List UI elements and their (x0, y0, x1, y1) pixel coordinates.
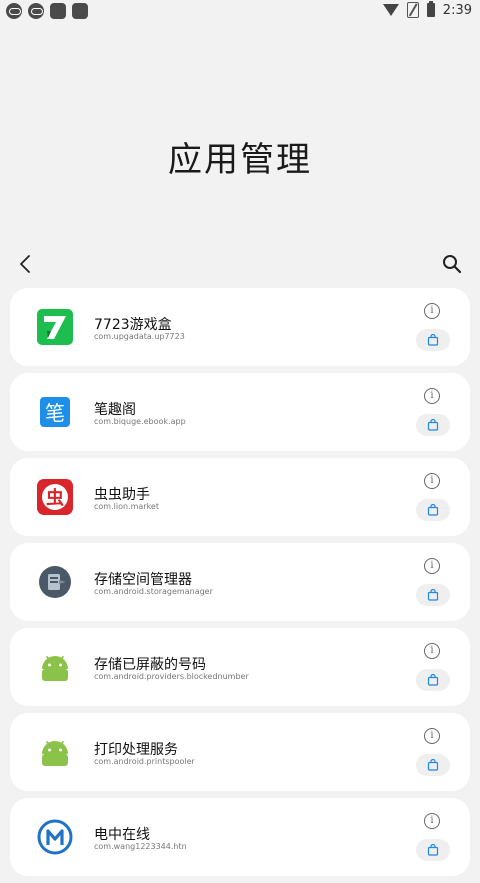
app-card[interactable]: 存储空间管理器 com.android.storagemanager i (10, 543, 470, 621)
app-package: com.android.storagemanager (94, 587, 213, 596)
page-title: 应用管理 (168, 140, 312, 180)
open-app-button[interactable] (416, 584, 450, 606)
app-name: 虫虫助手 (94, 487, 150, 503)
info-icon[interactable]: i (424, 303, 440, 319)
status-bar: 2:39 (0, 0, 480, 24)
search-icon (443, 255, 462, 274)
app-package: com.biquge.ebook.app (94, 417, 186, 426)
app-card[interactable]: 电中在线 com.wang1223344.htn i (10, 798, 470, 876)
battery-icon (426, 1, 435, 17)
app-name: 存储空间管理器 (94, 572, 192, 588)
app-package: com.android.printspooler (94, 757, 195, 766)
app-name: 笔趣阁 (94, 402, 136, 418)
svg-text:虫: 虫 (46, 487, 64, 509)
open-app-button[interactable] (416, 754, 450, 776)
shopping-bag-icon (427, 419, 439, 431)
infinity-icon (6, 3, 22, 19)
status-time: 2:39 (442, 2, 472, 18)
app-card[interactable]: 存储已屏蔽的号码 com.android.providers.blockednu… (10, 628, 470, 706)
shopping-bag-icon (427, 844, 439, 856)
shopping-bag-icon (427, 589, 439, 601)
chongchong-app-icon: 虫 (37, 479, 73, 515)
svg-text:笔: 笔 (45, 401, 65, 425)
app-card[interactable]: 笔 笔趣阁 com.biquge.ebook.app i (10, 373, 470, 451)
storage-app-icon (37, 564, 73, 600)
app-name: 7723游戏盒 (94, 317, 172, 333)
app-package: com.android.providers.blockednumber (94, 672, 249, 681)
app-notification-icon (72, 3, 88, 19)
back-button[interactable] (12, 250, 40, 278)
android-app-icon (37, 649, 73, 685)
open-app-button[interactable] (416, 329, 450, 351)
no-sim-icon (406, 2, 419, 18)
open-app-button[interactable] (416, 839, 450, 861)
dianzhong-app-icon (37, 819, 73, 855)
shopping-bag-icon (427, 334, 439, 346)
app-list: 7723游戏盒 com.upgadata.up7723 i 笔 笔趣阁 com.… (10, 288, 470, 883)
open-app-button[interactable] (416, 499, 450, 521)
shopping-bag-icon (427, 504, 439, 516)
app-name: 电中在线 (94, 827, 150, 843)
app-package: com.wang1223344.htn (94, 842, 187, 851)
app-card[interactable]: 打印处理服务 com.android.printspooler i (10, 713, 470, 791)
app-name: 存储已屏蔽的号码 (94, 657, 206, 673)
shopping-bag-icon (427, 759, 439, 771)
info-icon[interactable]: i (424, 388, 440, 404)
app-package: com.lion.market (94, 502, 159, 511)
info-icon[interactable]: i (424, 473, 440, 489)
open-app-button[interactable] (416, 669, 450, 691)
chevron-left-icon (20, 255, 30, 273)
7723-app-icon (37, 309, 73, 345)
info-icon[interactable]: i (424, 558, 440, 574)
info-icon[interactable]: i (424, 813, 440, 829)
app-package: com.upgadata.up7723 (94, 332, 185, 341)
shopping-bag-icon (427, 674, 439, 686)
open-app-button[interactable] (416, 414, 450, 436)
info-icon[interactable]: i (424, 643, 440, 659)
biquge-app-icon: 笔 (37, 394, 73, 430)
android-app-icon (37, 734, 73, 770)
app-card[interactable]: 7723游戏盒 com.upgadata.up7723 i (10, 288, 470, 366)
info-icon[interactable]: i (424, 728, 440, 744)
app-notification-icon (50, 3, 66, 19)
wifi-icon (382, 4, 399, 16)
app-name: 打印处理服务 (94, 742, 178, 758)
search-button[interactable] (438, 250, 466, 278)
app-card[interactable]: 虫 虫虫助手 com.lion.market i (10, 458, 470, 536)
infinity-icon (28, 3, 44, 19)
